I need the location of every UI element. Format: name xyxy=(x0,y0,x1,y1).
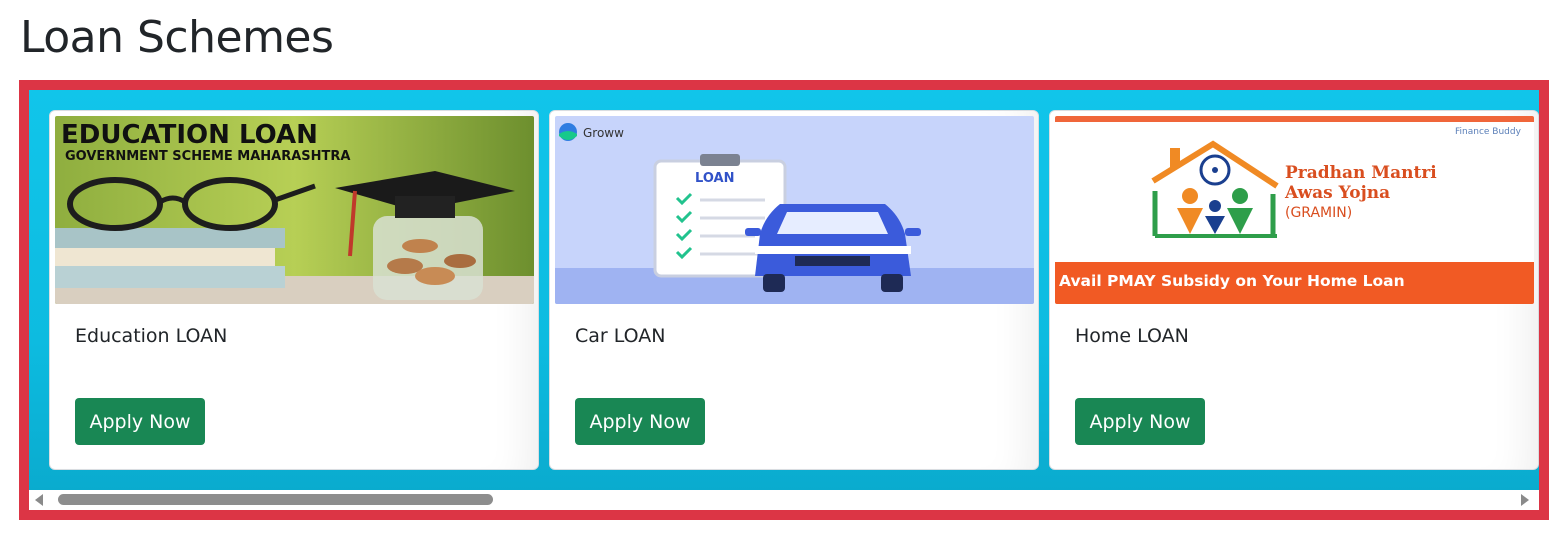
watermark-text: Finance Buddy xyxy=(1455,127,1522,137)
education-loan-image: EDUCATION LOAN GOVERNMENT SCHEME MAHARAS… xyxy=(55,116,534,304)
clipboard-label-text: LOAN xyxy=(695,171,734,186)
groww-brand-text: Groww xyxy=(583,126,624,140)
home-loan-image: Finance Buddy Pradhan Mantri Awas Yojna … xyxy=(1055,116,1534,304)
apply-now-button-car[interactable]: Apply Now xyxy=(575,398,705,445)
scrollbar-thumb[interactable] xyxy=(58,494,493,505)
card-title: Car LOAN xyxy=(575,325,666,347)
pmay-line1-text: Pradhan Mantri xyxy=(1285,163,1437,183)
pmay-line2-text: Awas Yojna xyxy=(1284,183,1390,203)
card-title: Home LOAN xyxy=(1075,325,1189,347)
pmay-line3-text: (GRAMIN) xyxy=(1285,205,1352,221)
scroll-right-arrow-icon[interactable] xyxy=(1521,494,1529,506)
apply-now-button-education[interactable]: Apply Now xyxy=(75,398,205,445)
pmay-banner-text: Avail PMAY Subsidy on Your Home Loan xyxy=(1059,272,1405,290)
apply-now-button-home[interactable]: Apply Now xyxy=(1075,398,1205,445)
loan-card-home: Finance Buddy Pradhan Mantri Awas Yojna … xyxy=(1049,110,1539,470)
loan-schemes-container: EDUCATION LOAN GOVERNMENT SCHEME MAHARAS… xyxy=(19,80,1549,520)
car-loan-image: Groww LOAN xyxy=(555,116,1034,304)
page-title: Loan Schemes xyxy=(20,12,334,63)
loan-card-car: Groww LOAN Car LOAN Apply Now xyxy=(549,110,1039,470)
scroll-left-arrow-icon[interactable] xyxy=(35,494,43,506)
loan-card-education: EDUCATION LOAN GOVERNMENT SCHEME MAHARAS… xyxy=(49,110,539,470)
cards-row: EDUCATION LOAN GOVERNMENT SCHEME MAHARAS… xyxy=(49,110,1539,472)
card-title: Education LOAN xyxy=(75,325,228,347)
horizontal-scrollbar[interactable] xyxy=(29,490,1539,510)
education-headline-text: EDUCATION LOAN xyxy=(61,120,318,150)
education-subline-text: GOVERNMENT SCHEME MAHARASHTRA xyxy=(65,149,351,164)
